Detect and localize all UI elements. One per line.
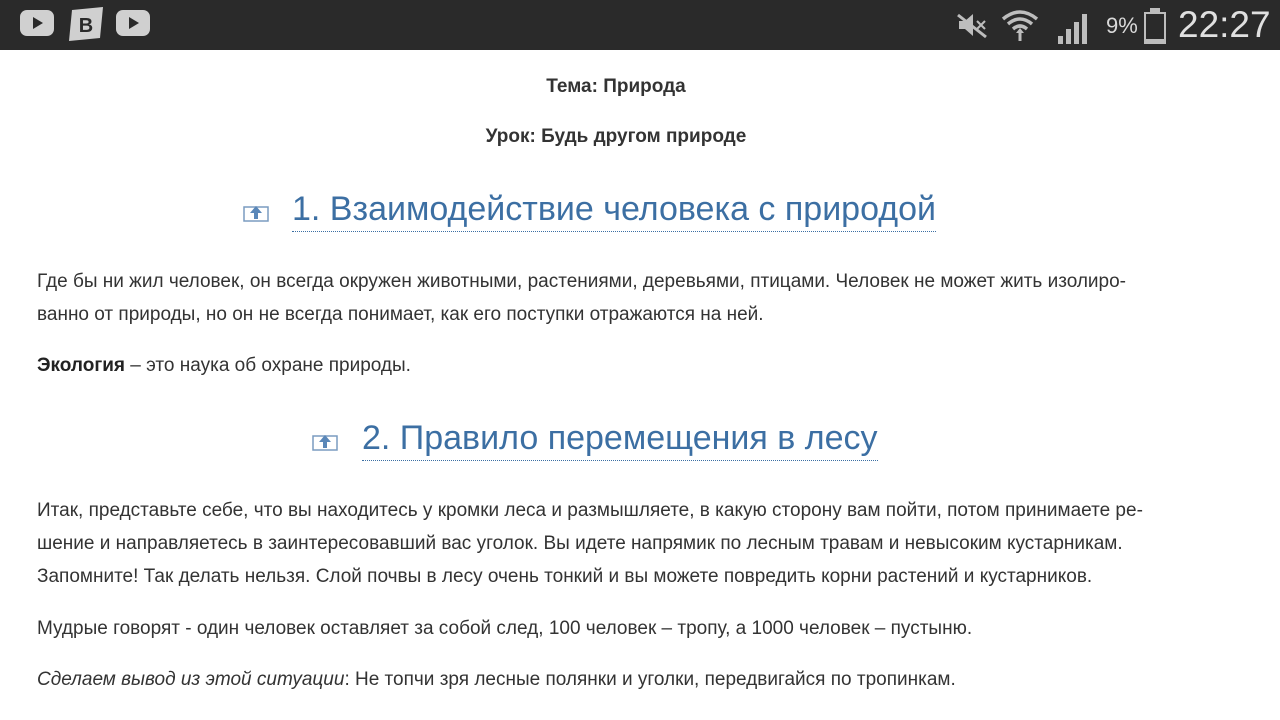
youtube-icon bbox=[20, 10, 54, 36]
battery-icon bbox=[1144, 8, 1166, 44]
conclusion-text: : Не топчи зря лесные полянки и уголки, … bbox=[344, 669, 956, 690]
svg-text:B: B bbox=[79, 15, 93, 37]
signal-icon bbox=[1058, 14, 1087, 44]
youtube-icon bbox=[116, 10, 150, 36]
section-1-paragraph: Где бы ни жил человек, он всегда окружен… bbox=[37, 265, 1237, 331]
mute-icon bbox=[957, 13, 987, 39]
paragraph-line: Запомните! Так делать нельзя. Слой почвы… bbox=[37, 566, 1093, 587]
section-2-title[interactable]: 2. Правило перемещения в лесу bbox=[362, 420, 878, 461]
section-1-title[interactable]: 1. Взаимодействие человека с природой bbox=[292, 191, 936, 232]
term-ecology: Экология bbox=[37, 355, 126, 376]
status-bar: B 9% 22:27 bbox=[0, 0, 1280, 50]
paragraph-line: Итак, представьте себе, что вы находитес… bbox=[37, 500, 1143, 521]
paragraph-line: шение и направляетесь в заинтересовавший… bbox=[37, 533, 1123, 554]
paragraph-line: Где бы ни жил человек, он всегда окружен… bbox=[37, 271, 1127, 292]
definition-text: – это наука об охране природы. bbox=[125, 355, 411, 376]
back-to-top-icon[interactable] bbox=[312, 433, 338, 451]
conclusion-label: Сделаем вывод из этой ситуации bbox=[37, 669, 345, 690]
back-to-top-icon[interactable] bbox=[243, 204, 269, 222]
vk-icon: B bbox=[69, 7, 103, 41]
paragraph-line: ванно от природы, но он не всегда понима… bbox=[37, 304, 764, 325]
battery-percent: 9% bbox=[1106, 13, 1138, 38]
clock: 22:27 bbox=[1178, 4, 1271, 45]
wifi-icon bbox=[1001, 10, 1039, 41]
lesson-heading: Урок: Будь другом природе bbox=[485, 126, 747, 147]
conclusion: Сделаем вывод из этой ситуации: Не топчи… bbox=[37, 663, 1237, 696]
ecology-definition: Экология – это наука об охране природы. bbox=[37, 349, 1237, 382]
section-2-paragraph: Итак, представьте себе, что вы находитес… bbox=[37, 494, 1237, 593]
topic-heading: Тема: Природа bbox=[546, 76, 686, 97]
wise-saying: Мудрые говорят - один человек оставляет … bbox=[37, 618, 973, 639]
